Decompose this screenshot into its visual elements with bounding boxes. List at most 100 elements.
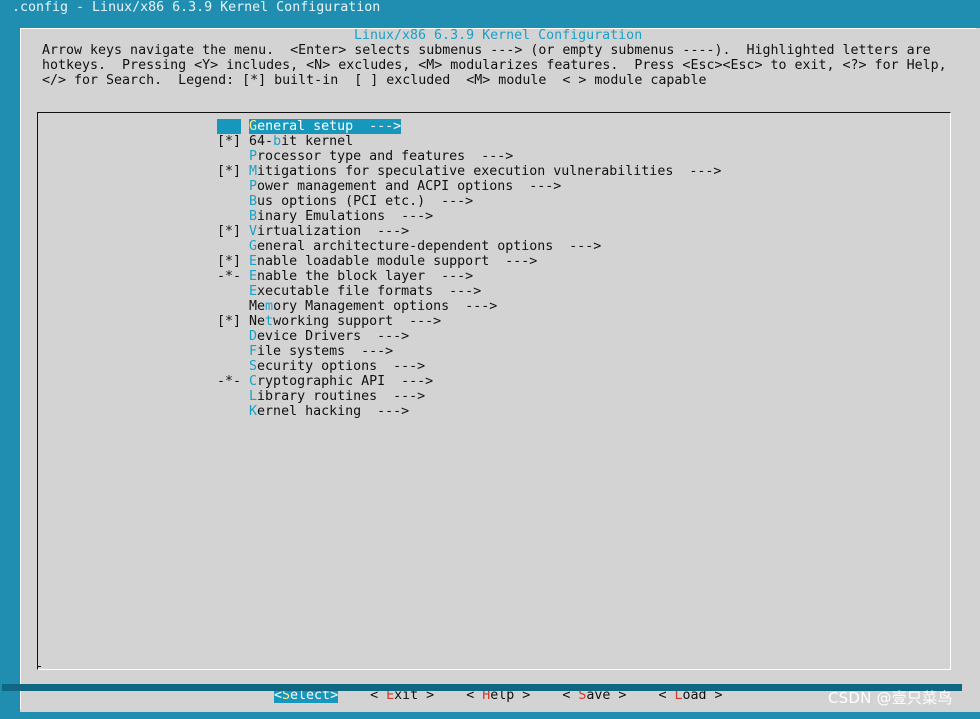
menu-box-corner xyxy=(37,666,41,667)
menu-item-hotkey: G xyxy=(249,119,258,134)
menu-item-prefix: [*] xyxy=(217,314,250,329)
menu-item-text: Ne xyxy=(249,314,266,329)
menu-item-label: Library routines ---> xyxy=(249,389,425,404)
menu-item-text: inary Emulations ---> xyxy=(257,209,434,224)
menu-item-label: Kernel hacking ---> xyxy=(249,404,409,419)
menu-item-hotkey: G xyxy=(249,239,258,254)
menu-item-label: Mitigations for speculative execution vu… xyxy=(249,164,721,179)
menu-item-prefix xyxy=(217,344,249,359)
menu-item[interactable]: [*] Networking support ---> xyxy=(217,314,721,329)
menu-item-label: General architecture-dependent options -… xyxy=(249,239,601,254)
menu-item-hotkey: E xyxy=(249,254,258,269)
menu-item-prefix xyxy=(217,149,249,164)
menu-item-prefix: [*] xyxy=(217,254,250,269)
menu-item-label: Processor type and features ---> xyxy=(249,149,513,164)
menu-item-prefix xyxy=(217,359,249,374)
menu-item-label: Security options ---> xyxy=(249,359,425,374)
menu-item[interactable]: -*- Enable the block layer ---> xyxy=(217,269,721,284)
menu-item-hotkey: E xyxy=(249,284,258,299)
menu-item-hotkey: B xyxy=(249,209,258,224)
menu-item[interactable]: -*- Cryptographic API ---> xyxy=(217,374,721,389)
menu-item[interactable]: Bus options (PCI etc.) ---> xyxy=(217,194,721,209)
menu-item-hotkey: F xyxy=(249,344,258,359)
menu-item-label: Networking support ---> xyxy=(249,314,441,329)
window-title: .config - Linux/x86 6.3.9 Kernel Configu… xyxy=(12,0,381,15)
menu-item-hotkey: D xyxy=(249,329,258,344)
menu-list[interactable]: General setup ---> [*] 64-bit kernel Proc… xyxy=(217,119,721,419)
help-text: Arrow keys navigate the menu. <Enter> se… xyxy=(42,43,947,88)
menu-item-hotkey: M xyxy=(249,164,258,179)
menu-item-label: Bus options (PCI etc.) ---> xyxy=(249,194,473,209)
menu-item[interactable]: [*] Mitigations for speculative executio… xyxy=(217,164,721,179)
menu-item[interactable]: Power management and ACPI options ---> xyxy=(217,179,721,194)
menu-item-label: Enable the block layer ---> xyxy=(249,269,473,284)
help-line: </> for Search. Legend: [*] built-in [ ]… xyxy=(42,73,707,88)
kernel-config-dialog: Linux/x86 6.3.9 Kernel Configuration Arr… xyxy=(20,28,980,712)
menu-item-label: Binary Emulations ---> xyxy=(249,209,433,224)
menu-item-prefix xyxy=(217,284,249,299)
menu-item-hotkey: B xyxy=(249,194,258,209)
menu-item-hotkey: S xyxy=(249,359,258,374)
menu-item-hotkey: C xyxy=(249,374,258,389)
menu-item-hotkey: b xyxy=(273,134,282,149)
menu-item[interactable]: Device Drivers ---> xyxy=(217,329,721,344)
watermark: CSDN @壹只菜鸟 xyxy=(828,689,953,707)
menu-item-text: rocessor type and features ---> xyxy=(257,149,514,164)
menu-item-text: xecutable file formats ---> xyxy=(257,284,482,299)
dialog-title: Linux/x86 6.3.9 Kernel Configuration xyxy=(354,28,643,43)
menu-item[interactable]: Memory Management options ---> xyxy=(217,299,721,314)
menu-item-text: ernel hacking ---> xyxy=(257,404,410,419)
menu-item-hotkey: E xyxy=(249,269,258,284)
menu-item-hotkey: t xyxy=(265,314,274,329)
menu-item[interactable]: General architecture-dependent options -… xyxy=(217,239,721,254)
menu-item[interactable]: Library routines ---> xyxy=(217,389,721,404)
menu-item[interactable]: Binary Emulations ---> xyxy=(217,209,721,224)
menu-item[interactable]: Kernel hacking ---> xyxy=(217,404,721,419)
menu-item-prefix xyxy=(217,179,249,194)
menu-item[interactable]: [*] Enable loadable module support ---> xyxy=(217,254,721,269)
menu-item[interactable]: General setup ---> xyxy=(217,119,721,134)
menu-item[interactable]: File systems ---> xyxy=(217,344,721,359)
menu-item-text: us options (PCI etc.) ---> xyxy=(257,194,474,209)
menu-item-label: Device Drivers ---> xyxy=(249,329,409,344)
menu-item[interactable]: [*] Virtualization ---> xyxy=(217,224,721,239)
menu-item-prefix xyxy=(217,299,249,314)
menu-item-text: ower management and ACPI options ---> xyxy=(257,179,562,194)
menu-item-label: File systems ---> xyxy=(249,344,393,359)
dialog-shadow xyxy=(2,684,962,691)
menu-item[interactable]: [*] 64-bit kernel xyxy=(217,134,721,149)
menu-item-prefix xyxy=(217,329,249,344)
menu-item-text: nable the block layer ---> xyxy=(257,269,474,284)
menu-item-label: 64-bit kernel xyxy=(249,134,353,149)
menu-item-text: irtualization ---> xyxy=(257,224,410,239)
menu-item-text: working support ---> xyxy=(273,314,442,329)
menu-item-label: Virtualization ---> xyxy=(249,224,409,239)
menu-item-text: it kernel xyxy=(281,134,354,149)
menu-item[interactable]: Executable file formats ---> xyxy=(217,284,721,299)
menu-item-label: General setup ---> xyxy=(249,119,402,134)
menu-item-text: eneral architecture-dependent options --… xyxy=(257,239,602,254)
help-line: Arrow keys navigate the menu. <Enter> se… xyxy=(42,43,931,58)
menu-item-label: Executable file formats ---> xyxy=(249,284,481,299)
menu-item-text: ibrary routines ---> xyxy=(257,389,426,404)
menu-item-text: nable loadable module support ---> xyxy=(257,254,538,269)
menu-item-hotkey: P xyxy=(249,179,258,194)
menu-item-prefix xyxy=(217,209,249,224)
menu-item-hotkey: P xyxy=(249,149,258,164)
menu-item[interactable]: Security options ---> xyxy=(217,359,721,374)
menu-item-prefix: -*- xyxy=(217,269,250,284)
menu-item-prefix: [*] xyxy=(217,164,250,179)
menu-item-text: ory Management options ---> xyxy=(273,299,498,314)
menu-item-text: 64- xyxy=(249,134,274,149)
menu-item-hotkey: m xyxy=(265,299,274,314)
menu-item[interactable]: Processor type and features ---> xyxy=(217,149,721,164)
menu-item-text: ecurity options ---> xyxy=(257,359,426,374)
help-line: hotkeys. Pressing <Y> includes, <N> excl… xyxy=(42,58,947,73)
menu-item-prefix xyxy=(217,119,242,134)
menu-item-hotkey: L xyxy=(249,389,258,404)
menu-item-prefix: -*- xyxy=(217,374,250,389)
menu-item-label: Enable loadable module support ---> xyxy=(249,254,537,269)
menu-item-prefix xyxy=(217,239,249,254)
menu-item-text: evice Drivers ---> xyxy=(257,329,410,344)
menu-item-prefix: [*] xyxy=(217,134,250,149)
